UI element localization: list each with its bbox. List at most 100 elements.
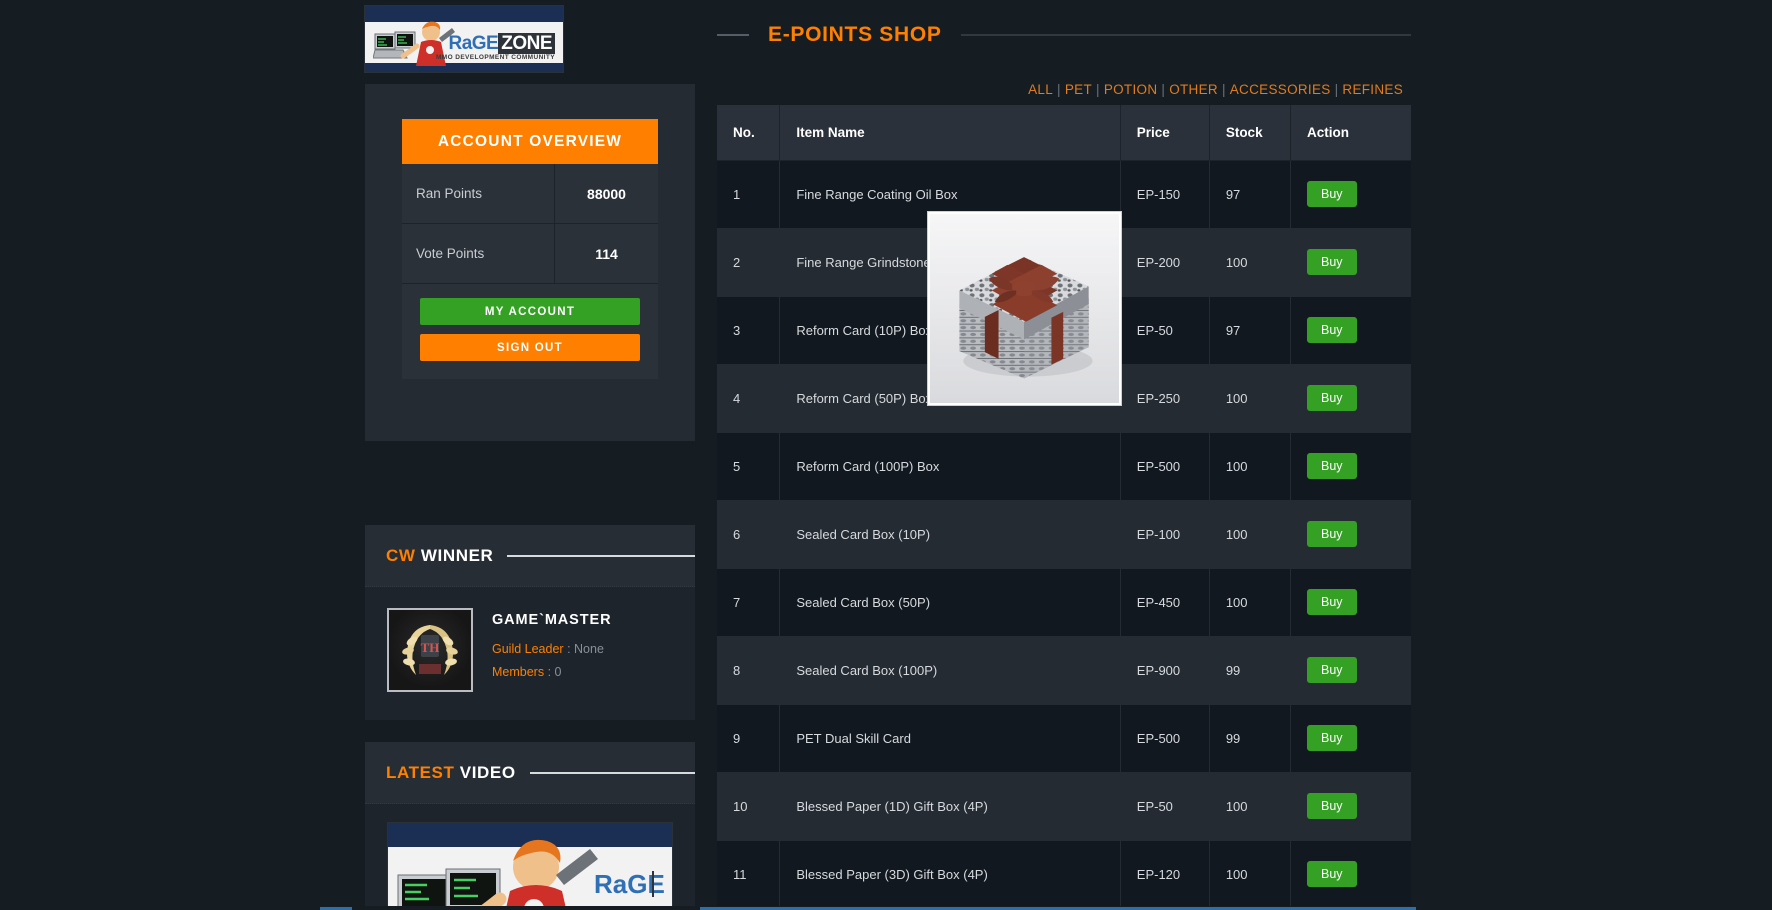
my-account-button[interactable]: MY ACCOUNT (420, 298, 640, 325)
cell-item-stock: 97 (1209, 296, 1291, 365)
cell-item-action: Buy (1290, 296, 1411, 365)
guild-leader-value: None (574, 642, 604, 656)
cell-item-stock: 100 (1209, 432, 1291, 501)
buy-button[interactable]: Buy (1306, 793, 1357, 819)
column-header-price: Price (1120, 105, 1210, 161)
cell-item-no: 1 (717, 160, 781, 229)
account-action-buttons: MY ACCOUNT SIGN OUT (402, 284, 658, 379)
guild-leader-line: Guild Leader : None (492, 639, 611, 660)
cell-item-stock: 100 (1209, 568, 1291, 637)
cell-item-price: EP-500 (1120, 432, 1210, 501)
cell-item-action: Buy (1290, 160, 1411, 229)
table-row: 6 Sealed Card Box (10P) EP-100 100 Buy (717, 500, 1411, 569)
category-separator: | (1057, 82, 1061, 97)
table-row: 9 PET Dual Skill Card EP-500 99 Buy (717, 704, 1411, 773)
category-link-pet[interactable]: PET (1065, 82, 1092, 97)
cell-item-price: EP-450 (1120, 568, 1210, 637)
logo-brand-secondary: ZONE (498, 33, 555, 54)
buy-button[interactable]: Buy (1306, 521, 1357, 547)
category-link-accessories[interactable]: ACCESSORIES (1230, 82, 1331, 97)
cell-item-no: 2 (717, 228, 781, 297)
account-value-vote-points: 114 (555, 224, 658, 283)
buy-button[interactable]: Buy (1306, 453, 1357, 479)
cw-winner-divider (507, 554, 695, 557)
logo-graphic: RaGE ZONE MMO DEVELOPMENT COMMUNITY (365, 6, 563, 72)
cell-item-no: 5 (717, 432, 781, 501)
buy-button[interactable]: Buy (1306, 861, 1357, 887)
cell-item-price: EP-100 (1120, 500, 1210, 569)
account-stats-table: Ran Points 88000 Vote Points 114 (402, 164, 658, 284)
buy-button[interactable]: Buy (1306, 181, 1357, 207)
logo-wordmark: RaGE ZONE MMO DEVELOPMENT COMMUNITY (436, 33, 555, 62)
cell-item-price: EP-900 (1120, 636, 1210, 705)
cell-item-no: 8 (717, 636, 781, 705)
svg-text:TH: TH (421, 640, 440, 655)
category-link-potion[interactable]: POTION (1104, 82, 1158, 97)
cell-item-name: Sealed Card Box (100P) (779, 636, 1121, 705)
cell-item-stock: 100 (1209, 500, 1291, 569)
item-preview-tooltip (928, 212, 1121, 405)
latest-video-title-accent: LATEST (386, 762, 455, 782)
cell-item-name: Sealed Card Box (10P) (779, 500, 1121, 569)
account-overview-panel: ACCOUNT OVERVIEW Ran Points 88000 Vote P… (365, 84, 695, 441)
cell-item-no: 7 (717, 568, 781, 637)
latest-video-thumbnail[interactable]: RaGE (387, 822, 673, 910)
cell-item-price: EP-150 (1120, 160, 1210, 229)
item-preview-image (930, 214, 1119, 403)
buy-button[interactable]: Buy (1306, 385, 1357, 411)
cw-winner-title-accent: CW (386, 545, 416, 565)
bottom-scroll-strip (0, 906, 1772, 910)
guild-members-label: Members (492, 664, 545, 679)
svg-text:RaGE: RaGE (594, 869, 665, 899)
video-thumbnail-graphic: RaGE (388, 823, 672, 910)
latest-video-divider (529, 771, 695, 774)
buy-button[interactable]: Buy (1306, 249, 1357, 275)
buy-button[interactable]: Buy (1306, 589, 1357, 615)
category-link-other[interactable]: OTHER (1169, 82, 1218, 97)
cell-item-action: Buy (1290, 704, 1411, 773)
gift-box-icon (930, 214, 1119, 403)
guild-leader-separator: : (567, 642, 571, 656)
cw-winner-title-plain: WINNER (420, 545, 494, 565)
guild-info: GAME`MASTER Guild Leader : None Members … (492, 608, 611, 692)
category-separator: | (1096, 82, 1100, 97)
cell-item-price: EP-120 (1120, 840, 1210, 909)
buy-button[interactable]: Buy (1306, 725, 1357, 751)
cell-item-action: Buy (1290, 228, 1411, 297)
table-row: 10 Blessed Paper (1D) Gift Box (4P) EP-50 1… (717, 772, 1411, 841)
account-value-ran-points: 88000 (555, 164, 658, 223)
cw-winner-header: CW WINNER (365, 525, 695, 587)
cell-item-name: Sealed Card Box (50P) (779, 568, 1121, 637)
shop-heading: E-POINTS SHOP (717, 20, 1411, 50)
cell-item-stock: 100 (1209, 364, 1291, 433)
cell-item-price: EP-500 (1120, 704, 1210, 773)
category-link-refines[interactable]: REFINES (1342, 82, 1403, 97)
account-overview-header: ACCOUNT OVERVIEW (402, 119, 658, 164)
category-filter-nav: ALL | PET | POTION | OTHER | ACCESSORIES | REFINES (717, 82, 1411, 97)
guild-leader-label: Guild Leader (492, 642, 564, 656)
logo-brand-primary: RaGE (448, 33, 499, 54)
table-row: 11 Blessed Paper (3D) Gift Box (4P) EP-120… (717, 840, 1411, 909)
category-link-all[interactable]: ALL (1028, 82, 1053, 97)
cell-item-price: EP-50 (1120, 296, 1210, 365)
cell-item-action: Buy (1290, 432, 1411, 501)
cell-item-action: Buy (1290, 840, 1411, 909)
cell-item-stock: 100 (1209, 772, 1291, 841)
cell-item-stock: 99 (1209, 636, 1291, 705)
buy-button[interactable]: Buy (1306, 317, 1357, 343)
cell-item-action: Buy (1290, 772, 1411, 841)
site-logo[interactable]: RaGE ZONE MMO DEVELOPMENT COMMUNITY (364, 5, 564, 73)
cell-item-no: 3 (717, 296, 781, 365)
cell-item-name: PET Dual Skill Card (779, 704, 1121, 773)
buy-button[interactable]: Buy (1306, 657, 1357, 683)
column-header-item-name: Item Name (779, 105, 1121, 161)
category-separator: | (1161, 82, 1166, 97)
table-row: 7 Sealed Card Box (50P) EP-450 100 Buy (717, 568, 1411, 637)
latest-video-panel: LATEST VIDEO RaGE (365, 742, 695, 910)
column-header-no: No. (717, 105, 781, 161)
sign-out-button[interactable]: SIGN OUT (420, 334, 640, 361)
cell-item-no: 11 (717, 840, 781, 909)
cw-winner-body: TH GAME`MASTER Guild Leader : None Membe… (365, 587, 695, 692)
laurel-wreath-icon: TH (402, 625, 458, 675)
latest-video-header: LATEST VIDEO (365, 742, 695, 804)
